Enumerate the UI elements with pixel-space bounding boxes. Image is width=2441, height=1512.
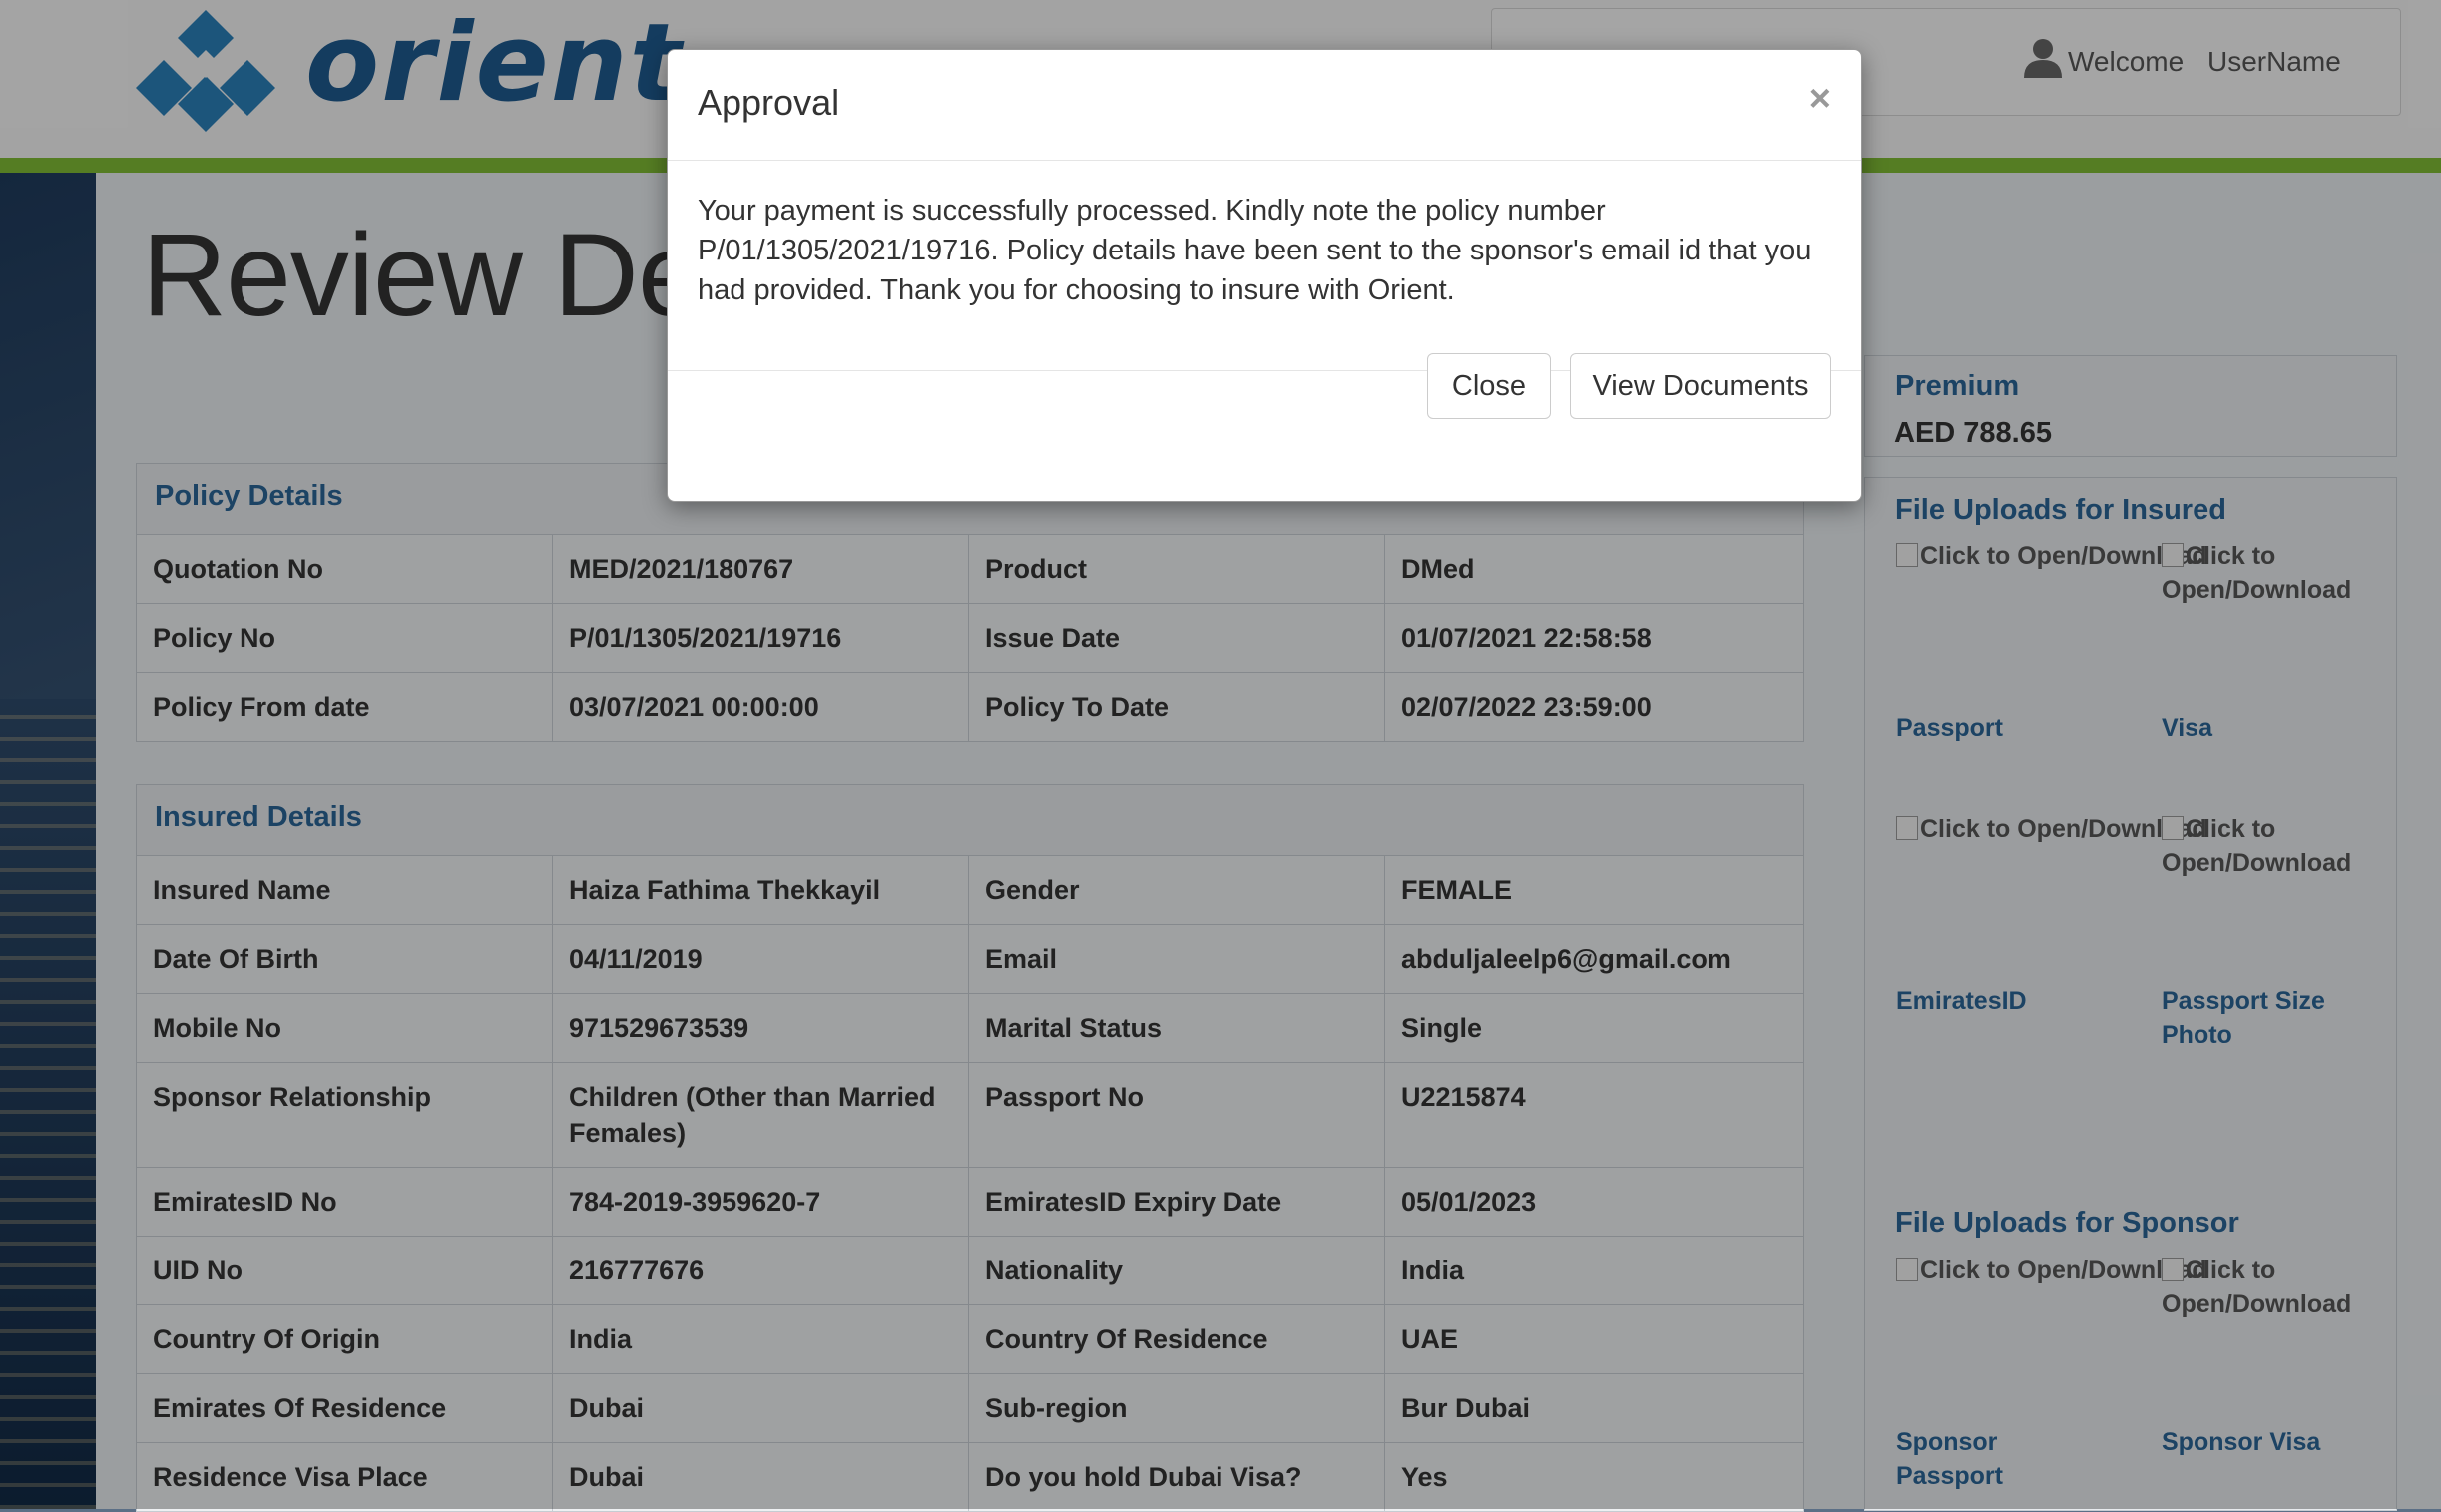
modal-message: Your payment is successfully processed. … <box>698 195 1812 306</box>
view-documents-button[interactable]: View Documents <box>1570 353 1831 419</box>
approval-modal: Approval × Your payment is successfully … <box>667 49 1862 502</box>
modal-body: Your payment is successfully processed. … <box>668 161 1861 371</box>
modal-title: Approval <box>698 82 840 123</box>
modal-header: Approval × <box>668 50 1861 161</box>
close-icon[interactable]: × <box>1809 78 1831 121</box>
close-button[interactable]: Close <box>1427 353 1551 419</box>
